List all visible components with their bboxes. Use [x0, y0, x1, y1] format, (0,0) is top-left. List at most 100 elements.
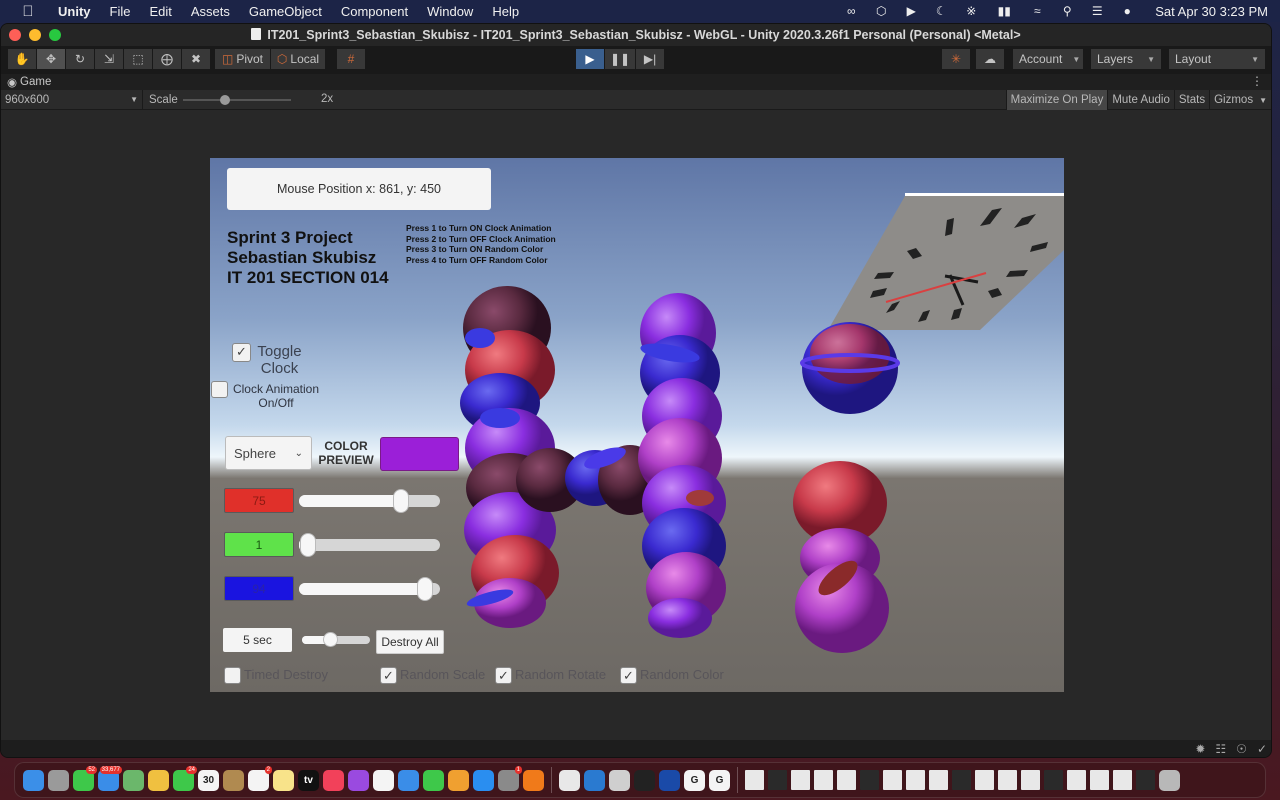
dock-app-facetime[interactable]: 24: [173, 765, 197, 791]
layout-dropdown[interactable]: Layout ▼: [1169, 49, 1265, 69]
menu-edit[interactable]: Edit: [149, 4, 171, 19]
move-tool-button[interactable]: ✥: [37, 49, 65, 69]
dock-app-apple-tv[interactable]: tv: [298, 769, 319, 791]
toggle-clock-checkbox[interactable]: ✓: [232, 343, 251, 362]
dock-app-numbers[interactable]: [423, 769, 444, 791]
dock-app-app-store[interactable]: [473, 769, 494, 791]
random-rotate-checkbox[interactable]: ✓: [495, 667, 512, 684]
dock-minimized-window[interactable]: [929, 770, 948, 790]
menubar-datetime[interactable]: Sat Apr 30 3:23 PM: [1155, 4, 1268, 19]
green-slider[interactable]: [299, 533, 440, 557]
dock-app-pages[interactable]: [448, 769, 469, 791]
dock-app-messages[interactable]: 52: [73, 765, 97, 791]
unity-hub-icon[interactable]: ⬡: [873, 4, 889, 18]
collab-button[interactable]: ✳: [942, 49, 970, 69]
menu-gameobject[interactable]: GameObject: [249, 4, 322, 19]
destroy-all-button[interactable]: Destroy All: [376, 630, 444, 654]
dock-app-photos[interactable]: [148, 769, 169, 791]
dock-app-g-app-1[interactable]: G: [684, 769, 705, 791]
gizmos-dropdown[interactable]: Gizmos ▼: [1209, 90, 1271, 110]
green-slider-handle[interactable]: [300, 533, 317, 557]
dock-app-finder[interactable]: [23, 769, 44, 791]
dock-minimized-window[interactable]: [1067, 770, 1086, 790]
scale-slider-track[interactable]: [183, 99, 291, 101]
dock-minimized-window[interactable]: [1021, 770, 1040, 790]
bluetooth-icon[interactable]: ※: [963, 4, 979, 18]
green-value-field[interactable]: 1: [224, 532, 294, 557]
apple-menu-icon[interactable]: : [18, 3, 38, 20]
layers-dropdown[interactable]: Layers ▼: [1091, 49, 1161, 69]
grid-snap-button[interactable]: #: [337, 49, 365, 69]
dock-app-contacts[interactable]: [223, 769, 244, 791]
menu-component[interactable]: Component: [341, 4, 408, 19]
dock-app-webex[interactable]: [659, 769, 680, 791]
stats-toggle[interactable]: Stats: [1173, 90, 1209, 110]
step-button[interactable]: ▶|: [636, 49, 665, 69]
dock-app-system-preferences[interactable]: 1: [498, 765, 522, 791]
dock-minimized-window[interactable]: [768, 770, 787, 790]
blue-value-field[interactable]: 94: [224, 576, 294, 601]
dock-app-podcasts[interactable]: [348, 769, 369, 791]
local-toggle-button[interactable]: ⬡ Local: [271, 49, 325, 69]
maximize-on-play-toggle[interactable]: Maximize On Play: [1005, 90, 1108, 110]
blue-slider-handle[interactable]: [416, 577, 433, 601]
menu-help[interactable]: Help: [492, 4, 519, 19]
dock-minimized-window[interactable]: [860, 770, 879, 790]
play-circle-icon[interactable]: ▶: [903, 4, 919, 18]
menu-assets[interactable]: Assets: [191, 4, 230, 19]
account-dropdown[interactable]: Account ▼: [1013, 49, 1083, 69]
resolution-dropdown[interactable]: 960x600 ▼: [1, 89, 143, 110]
shape-dropdown[interactable]: Sphere ⌄: [225, 436, 312, 470]
timer-slider[interactable]: [302, 632, 370, 647]
dock-app-mail[interactable]: 33,677: [98, 765, 122, 791]
random-color-checkbox[interactable]: ✓: [620, 667, 637, 684]
hand-tool-button[interactable]: ✋: [8, 49, 36, 69]
dock-trash[interactable]: [1159, 769, 1180, 791]
red-slider[interactable]: [299, 489, 440, 513]
menu-file[interactable]: File: [110, 4, 131, 19]
dock-app-keynote[interactable]: [398, 769, 419, 791]
transform-tool-button[interactable]: ⨁: [153, 49, 181, 69]
auto-generate-lighting-icon[interactable]: ☉: [1236, 742, 1247, 756]
dock-minimized-window[interactable]: [791, 770, 810, 790]
check-circle-icon[interactable]: ✓: [1257, 742, 1267, 756]
dock-app-g-app-2[interactable]: G: [709, 769, 730, 791]
blue-slider[interactable]: [299, 577, 440, 601]
moon-icon[interactable]: ☾: [933, 4, 949, 18]
dock-minimized-window[interactable]: [1136, 770, 1155, 790]
dock-app-music[interactable]: [323, 769, 344, 791]
scale-slider-handle[interactable]: [220, 95, 230, 105]
dock-minimized-window[interactable]: [745, 770, 764, 790]
custom-tool-button[interactable]: ✖: [182, 49, 210, 69]
dock-minimized-window[interactable]: [975, 770, 994, 790]
red-slider-handle[interactable]: [392, 489, 409, 513]
cloud-button[interactable]: ☁: [976, 49, 1004, 69]
scale-tool-button[interactable]: ⇲: [95, 49, 123, 69]
menu-window[interactable]: Window: [427, 4, 473, 19]
rotate-tool-button[interactable]: ↻: [66, 49, 94, 69]
clock-animation-checkbox[interactable]: [211, 381, 228, 398]
dock-app-vscode[interactable]: [584, 769, 605, 791]
menu-app-name[interactable]: Unity: [58, 4, 91, 19]
dock-minimized-window[interactable]: [1090, 770, 1109, 790]
search-icon[interactable]: ⚲: [1059, 4, 1075, 18]
dock-minimized-window[interactable]: [1113, 770, 1132, 790]
rect-tool-button[interactable]: ⬚: [124, 49, 152, 69]
dock-app-chrome[interactable]: [559, 769, 580, 791]
dock-minimized-window[interactable]: [814, 770, 833, 790]
dock-app-news[interactable]: [373, 769, 394, 791]
dock-app-reminders[interactable]: 2: [248, 765, 272, 791]
dock-minimized-window[interactable]: [883, 770, 902, 790]
game-viewport[interactable]: Mouse Position x: 861, y: 450 Sprint 3 P…: [210, 158, 1064, 692]
dock-minimized-window[interactable]: [837, 770, 856, 790]
dock-app-launchpad[interactable]: [48, 769, 69, 791]
webex-icon[interactable]: ∞: [843, 4, 859, 18]
pivot-toggle-button[interactable]: ◫ Pivot: [215, 49, 270, 69]
dock-app-notes[interactable]: [273, 769, 294, 791]
game-tab[interactable]: ◉ Game ⋮: [1, 74, 1271, 90]
dock-minimized-window[interactable]: [998, 770, 1017, 790]
dock-app-firefox[interactable]: [523, 769, 544, 791]
wifi-icon[interactable]: ≈: [1029, 4, 1045, 18]
cache-icon[interactable]: ☷: [1215, 742, 1226, 756]
debug-off-icon[interactable]: ✹: [1195, 742, 1205, 756]
